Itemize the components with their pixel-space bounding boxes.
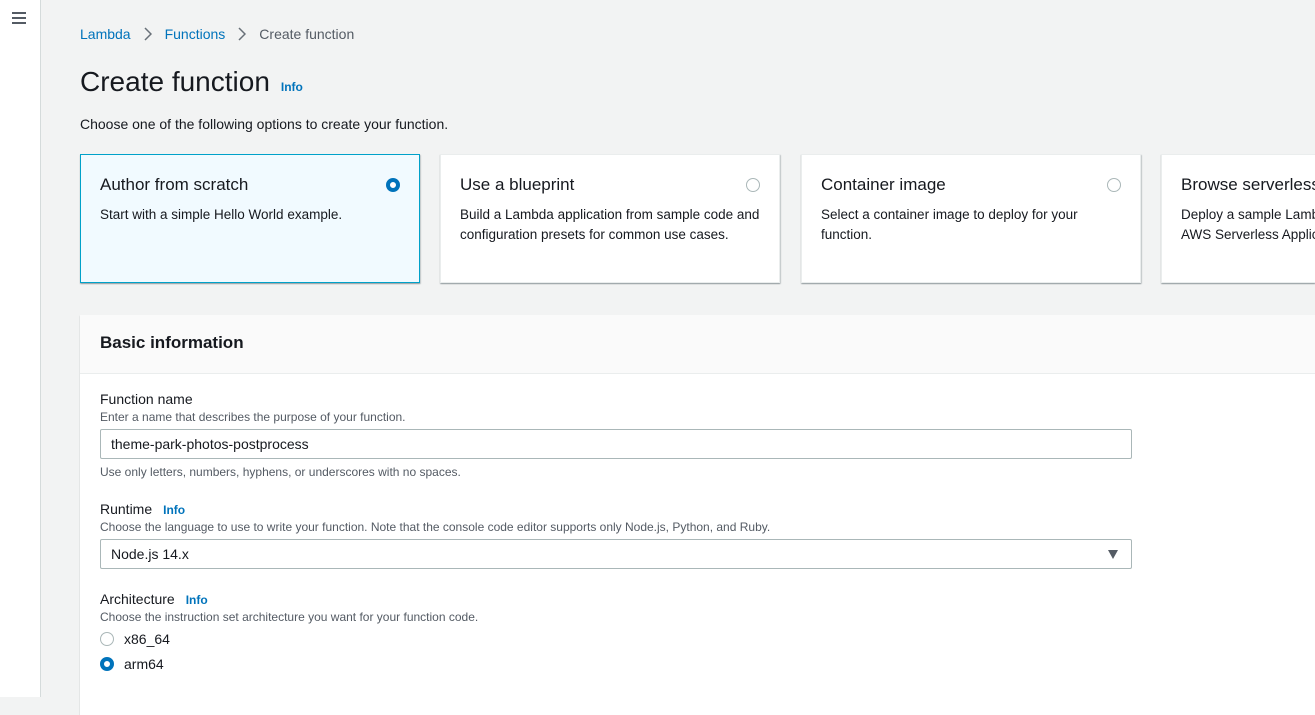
option-card-description: Start with a simple Hello World example.	[100, 207, 343, 222]
panel-title: Basic information	[100, 333, 244, 352]
architecture-radio-x86-64[interactable]	[100, 632, 114, 646]
architecture-radio-arm64[interactable]	[100, 657, 114, 671]
runtime-label-text: Runtime	[100, 501, 153, 517]
architecture-label: Architecture Info	[100, 591, 208, 607]
chevron-right-icon	[144, 27, 152, 41]
side-navigation-rail	[0, 0, 41, 697]
runtime-selected-value: Node.js 14.x	[111, 546, 189, 562]
option-card-container-image[interactable]: Container image Select a container image…	[801, 154, 1141, 283]
option-card-title: Browse serverless app repository	[1181, 175, 1315, 194]
hamburger-menu-icon[interactable]	[12, 11, 26, 25]
caret-down-icon	[1108, 550, 1118, 559]
option-radio-author-from-scratch[interactable]	[386, 178, 400, 192]
option-card-title: Use a blueprint	[460, 175, 575, 194]
page-title: Create function	[80, 66, 270, 97]
breadcrumb-lambda-link[interactable]: Lambda	[80, 26, 131, 42]
function-name-label: Function name	[100, 391, 193, 407]
architecture-description: Choose the instruction set architecture …	[100, 610, 479, 624]
option-radio-container-image[interactable]	[1107, 178, 1121, 192]
architecture-option-label: arm64	[124, 656, 164, 672]
architecture-option-x86-64[interactable]: x86_64	[100, 631, 170, 647]
runtime-description: Choose the language to use to write your…	[100, 520, 771, 534]
breadcrumb-functions-link[interactable]: Functions	[165, 26, 226, 42]
option-card-title: Author from scratch	[100, 175, 249, 194]
option-card-description: Select a container image to deploy for y…	[821, 207, 1078, 242]
page-header: Create function Info	[80, 66, 303, 98]
option-card-description: Deploy a sample Lambda application from …	[1181, 207, 1315, 242]
chevron-right-icon	[238, 27, 247, 41]
page-info-link[interactable]: Info	[281, 80, 303, 94]
runtime-select[interactable]: Node.js 14.x	[100, 539, 1132, 569]
breadcrumb: Lambda Functions Create function	[80, 26, 354, 42]
breadcrumb-current: Create function	[259, 26, 355, 42]
main-content: Lambda Functions Create function Create …	[41, 0, 1315, 715]
option-card-use-a-blueprint[interactable]: Use a blueprint Build a Lambda applicati…	[440, 154, 780, 283]
panel-header: Basic information	[80, 315, 1315, 374]
function-name-description: Enter a name that describes the purpose …	[100, 410, 406, 424]
function-name-input[interactable]	[100, 429, 1132, 459]
architecture-option-label: x86_64	[124, 631, 170, 647]
architecture-info-link[interactable]: Info	[186, 593, 208, 607]
option-radio-use-a-blueprint[interactable]	[746, 178, 760, 192]
runtime-info-link[interactable]: Info	[163, 503, 185, 517]
function-name-constraint: Use only letters, numbers, hyphens, or u…	[100, 465, 461, 479]
architecture-label-text: Architecture	[100, 591, 175, 607]
option-card-browse-serverless-app-repository[interactable]: Browse serverless app repository Deploy …	[1161, 154, 1315, 283]
option-card-title: Container image	[821, 175, 946, 194]
architecture-option-arm64[interactable]: arm64	[100, 656, 164, 672]
runtime-label: Runtime Info	[100, 501, 185, 517]
page-subtitle: Choose one of the following options to c…	[80, 116, 449, 132]
function-name-label-text: Function name	[100, 391, 193, 407]
option-card-author-from-scratch[interactable]: Author from scratch Start with a simple …	[80, 154, 420, 283]
option-card-description: Build a Lambda application from sample c…	[460, 207, 760, 242]
basic-information-panel: Basic information Function name Enter a …	[80, 315, 1315, 715]
